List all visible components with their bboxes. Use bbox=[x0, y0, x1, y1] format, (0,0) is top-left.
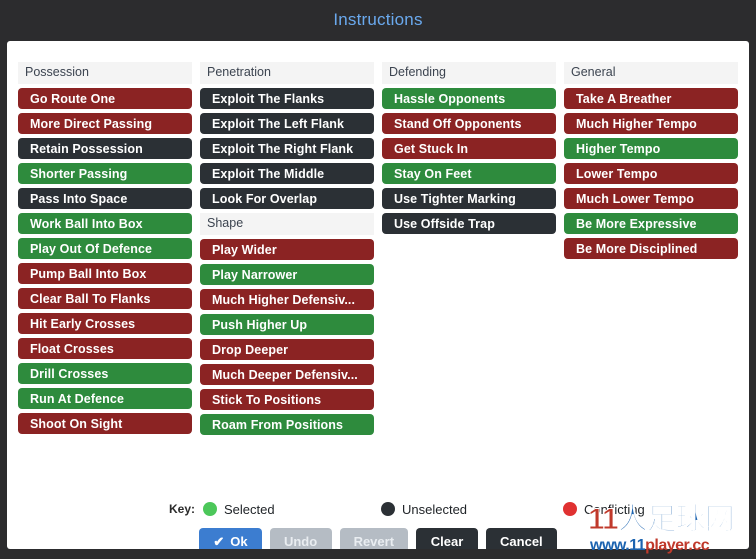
option-much-lower-tempo[interactable]: Much Lower Tempo bbox=[564, 188, 738, 209]
option-stick-to-positions[interactable]: Stick To Positions bbox=[200, 389, 374, 410]
legend-dot-unselected-icon bbox=[381, 502, 395, 516]
legend-item-unselected: Unselected bbox=[381, 502, 467, 517]
legend-dot-conflicting-icon bbox=[563, 502, 577, 516]
clear-button-label: Clear bbox=[430, 534, 464, 549]
check-icon: ✔ bbox=[213, 534, 225, 549]
legend-item-conflicting: Conflicting bbox=[563, 502, 645, 517]
title-bar: Instructions bbox=[0, 0, 756, 40]
option-exploit-the-left-flank[interactable]: Exploit The Left Flank bbox=[200, 113, 374, 134]
option-use-offside-trap[interactable]: Use Offside Trap bbox=[382, 213, 556, 234]
option-higher-tempo[interactable]: Higher Tempo bbox=[564, 138, 738, 159]
revert-button: Revert bbox=[339, 528, 409, 549]
option-take-a-breather[interactable]: Take A Breather bbox=[564, 88, 738, 109]
option-more-direct-passing[interactable]: More Direct Passing bbox=[18, 113, 192, 134]
legend-label-conflicting: Conflicting bbox=[584, 501, 645, 517]
option-much-higher-tempo[interactable]: Much Higher Tempo bbox=[564, 113, 738, 134]
column-header-defending: Defending bbox=[382, 62, 556, 84]
option-much-higher-defensive-line[interactable]: Much Higher Defensiv... bbox=[200, 289, 374, 310]
ok-button-label: Ok bbox=[230, 534, 248, 549]
option-lower-tempo[interactable]: Lower Tempo bbox=[564, 163, 738, 184]
column-header-penetration: Penetration bbox=[200, 62, 374, 84]
legend-dot-selected-icon bbox=[203, 502, 217, 516]
instructions-window: Instructions Possession Go Route One Mor… bbox=[0, 0, 756, 559]
option-roam-from-positions[interactable]: Roam From Positions bbox=[200, 414, 374, 435]
option-get-stuck-in[interactable]: Get Stuck In bbox=[382, 138, 556, 159]
option-use-tighter-marking[interactable]: Use Tighter Marking bbox=[382, 188, 556, 209]
option-pass-into-space[interactable]: Pass Into Space bbox=[18, 188, 192, 209]
option-play-narrower[interactable]: Play Narrower bbox=[200, 264, 374, 285]
column-header-possession: Possession bbox=[18, 62, 192, 84]
option-run-at-defence[interactable]: Run At Defence bbox=[18, 388, 192, 409]
cancel-button-label: Cancel bbox=[500, 534, 543, 549]
column-penetration: Penetration Exploit The Flanks Exploit T… bbox=[200, 62, 374, 435]
option-stand-off-opponents[interactable]: Stand Off Opponents bbox=[382, 113, 556, 134]
ok-button[interactable]: ✔ Ok bbox=[199, 528, 262, 549]
page-title: Instructions bbox=[333, 10, 423, 29]
option-retain-possession[interactable]: Retain Possession bbox=[18, 138, 192, 159]
option-work-ball-into-box[interactable]: Work Ball Into Box bbox=[18, 213, 192, 234]
legend-label-selected: Selected bbox=[224, 501, 275, 517]
cancel-button[interactable]: Cancel bbox=[486, 528, 557, 549]
legend: Key: Selected Unselected Conflicting bbox=[7, 496, 749, 522]
option-play-wider[interactable]: Play Wider bbox=[200, 239, 374, 260]
column-header-general: General bbox=[564, 62, 738, 84]
option-float-crosses[interactable]: Float Crosses bbox=[18, 338, 192, 359]
legend-label-unselected: Unselected bbox=[402, 501, 468, 517]
option-be-more-expressive[interactable]: Be More Expressive bbox=[564, 213, 738, 234]
column-header-shape: Shape bbox=[200, 213, 374, 235]
dialog-button-row: ✔ Ok Undo Revert Clear Cancel bbox=[7, 528, 749, 549]
option-exploit-the-flanks[interactable]: Exploit The Flanks bbox=[200, 88, 374, 109]
option-shorter-passing[interactable]: Shorter Passing bbox=[18, 163, 192, 184]
option-shoot-on-sight[interactable]: Shoot On Sight bbox=[18, 413, 192, 434]
legend-item-selected: Selected bbox=[203, 502, 275, 517]
option-pump-ball-into-box[interactable]: Pump Ball Into Box bbox=[18, 263, 192, 284]
option-push-higher-up[interactable]: Push Higher Up bbox=[200, 314, 374, 335]
option-drop-deeper[interactable]: Drop Deeper bbox=[200, 339, 374, 360]
legend-key-label: Key: bbox=[169, 502, 196, 516]
clear-button[interactable]: Clear bbox=[416, 528, 479, 549]
column-general: General Take A Breather Much Higher Temp… bbox=[564, 62, 738, 435]
option-play-out-of-defence[interactable]: Play Out Of Defence bbox=[18, 238, 192, 259]
option-clear-ball-to-flanks[interactable]: Clear Ball To Flanks bbox=[18, 288, 192, 309]
revert-button-label: Revert bbox=[353, 534, 395, 549]
option-exploit-the-right-flank[interactable]: Exploit The Right Flank bbox=[200, 138, 374, 159]
option-look-for-overlap[interactable]: Look For Overlap bbox=[200, 188, 374, 209]
column-defending: Defending Hassle Opponents Stand Off Opp… bbox=[382, 62, 556, 435]
option-much-deeper-defensive-line[interactable]: Much Deeper Defensiv... bbox=[200, 364, 374, 385]
undo-button: Undo bbox=[269, 528, 332, 549]
option-hassle-opponents[interactable]: Hassle Opponents bbox=[382, 88, 556, 109]
option-exploit-the-middle[interactable]: Exploit The Middle bbox=[200, 163, 374, 184]
option-be-more-disciplined[interactable]: Be More Disciplined bbox=[564, 238, 738, 259]
undo-button-label: Undo bbox=[283, 534, 318, 549]
option-go-route-one[interactable]: Go Route One bbox=[18, 88, 192, 109]
instructions-panel: Possession Go Route One More Direct Pass… bbox=[7, 41, 749, 549]
option-stay-on-feet[interactable]: Stay On Feet bbox=[382, 163, 556, 184]
instruction-columns: Possession Go Route One More Direct Pass… bbox=[18, 62, 738, 435]
column-possession: Possession Go Route One More Direct Pass… bbox=[18, 62, 192, 435]
option-drill-crosses[interactable]: Drill Crosses bbox=[18, 363, 192, 384]
option-hit-early-crosses[interactable]: Hit Early Crosses bbox=[18, 313, 192, 334]
